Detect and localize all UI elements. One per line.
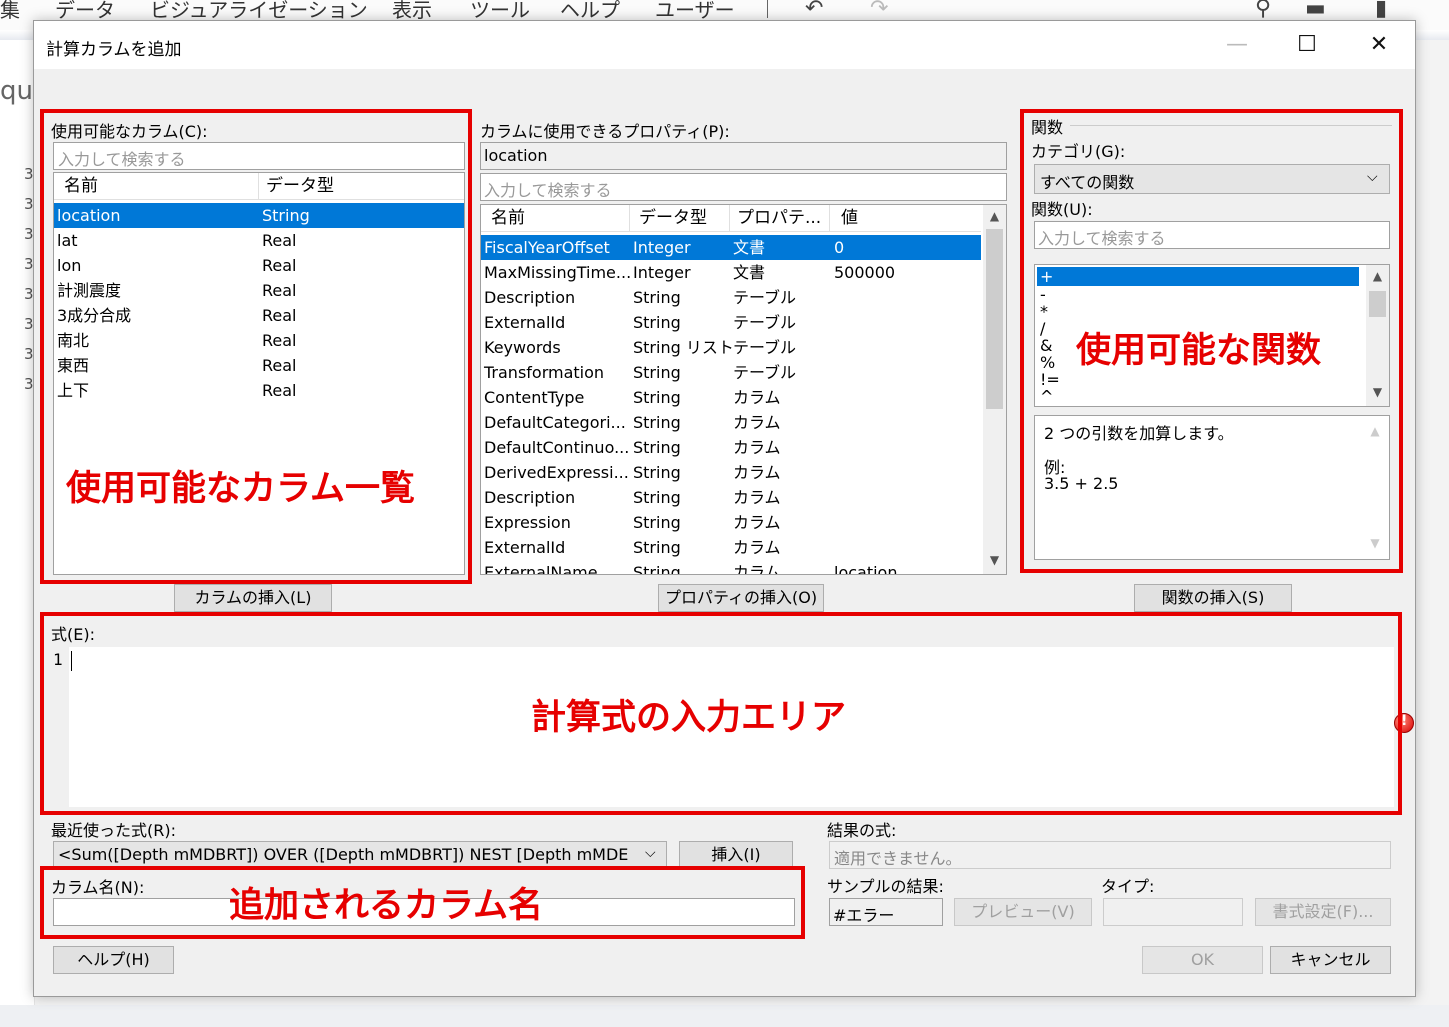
- menu-item-edit[interactable]: 集: [0, 0, 20, 23]
- table-row[interactable]: FiscalYearOffset Integer 文書 0: [481, 235, 981, 260]
- insert-recent-button[interactable]: 挿入(I): [679, 841, 793, 869]
- table-row[interactable]: ExternalName String カラム location: [481, 560, 981, 574]
- redo-icon[interactable]: ↷: [870, 0, 888, 21]
- ok-button[interactable]: OK: [1142, 946, 1263, 974]
- table-row[interactable]: Description String カラム: [481, 485, 981, 510]
- prop-header-name[interactable]: 名前: [491, 205, 525, 231]
- properties-list-header: 名前 データ型 プロパテ... 値: [481, 205, 981, 232]
- table-row[interactable]: Transformation String テーブル: [481, 360, 981, 385]
- result-field: 適用できません。: [829, 841, 1391, 869]
- scroll-thumb[interactable]: [986, 229, 1003, 409]
- table-row[interactable]: Expression String カラム: [481, 510, 981, 535]
- scroll-up-icon[interactable]: ▲: [983, 209, 1006, 223]
- help-button[interactable]: ヘルプ(H): [53, 946, 174, 974]
- chevron-down-icon: ⌵: [645, 845, 656, 861]
- close-button[interactable]: ✕: [1356, 27, 1402, 63]
- properties-search-placeholder: 入力して検索する: [484, 181, 612, 200]
- table-row[interactable]: Description String テーブル: [481, 285, 981, 310]
- recent-value: <Sum([Depth mMDBRT]) OVER ([Depth mMDBRT…: [58, 845, 629, 864]
- type-field: [1103, 898, 1243, 926]
- table-row[interactable]: DefaultCategori... String カラム: [481, 410, 981, 435]
- table-row[interactable]: ContentType String カラム: [481, 385, 981, 410]
- header-divider: [829, 205, 830, 231]
- selected-column-field: location: [480, 142, 1007, 170]
- sample-result-label: サンプルの結果:: [827, 877, 944, 896]
- selected-column-value: location: [484, 146, 548, 165]
- bookmark-icon[interactable]: ▮: [1375, 0, 1387, 21]
- app-left-pane: qua 3 3 3 3 3 3 3 3: [0, 40, 49, 1027]
- table-row[interactable]: ExternalId String カラム: [481, 535, 981, 560]
- insert-property-button[interactable]: プロパティの挿入(O): [658, 584, 824, 612]
- properties-label: カラムに使用できるプロパティ(P):: [480, 122, 730, 141]
- table-row[interactable]: ExternalId String テーブル: [481, 310, 981, 335]
- prop-header-value[interactable]: 値: [841, 205, 858, 231]
- undo-icon[interactable]: ↶: [805, 0, 823, 21]
- properties-scrollbar[interactable]: ▲ ▼: [983, 205, 1006, 574]
- annotation-box-columns: [40, 109, 472, 584]
- format-button[interactable]: 書式設定(F)...: [1255, 898, 1391, 926]
- comment-icon[interactable]: ▬: [1305, 0, 1326, 21]
- annotation-functions: 使用可能な関数: [1076, 331, 1322, 371]
- annotation-columns: 使用可能なカラム一覧: [66, 469, 415, 509]
- prop-header-type[interactable]: データ型: [639, 205, 707, 231]
- table-row[interactable]: DerivedExpressi... String カラム: [481, 460, 981, 485]
- header-divider: [729, 205, 730, 231]
- insert-column-button[interactable]: カラムの挿入(L): [174, 584, 332, 612]
- table-row[interactable]: DefaultContinuo... String カラム: [481, 435, 981, 460]
- annotation-column-name: 追加されるカラム名: [229, 886, 543, 926]
- cancel-button[interactable]: キャンセル: [1270, 946, 1391, 974]
- sample-result-field: #エラー: [829, 898, 943, 926]
- properties-search-input[interactable]: 入力して検索する: [480, 173, 1007, 201]
- properties-list[interactable]: 名前 データ型 プロパテ... 値 FiscalYearOffset Intege…: [480, 204, 1007, 575]
- result-value: 適用できません。: [834, 849, 962, 868]
- dialog-titlebar: 計算カラムを追加 — ☐ ✕: [34, 21, 1415, 69]
- minimize-button[interactable]: —: [1214, 27, 1260, 63]
- dialog-title: 計算カラムを追加: [46, 40, 182, 60]
- result-label: 結果の式:: [827, 821, 897, 840]
- prop-header-property[interactable]: プロパテ...: [737, 205, 821, 231]
- maximize-button[interactable]: ☐: [1284, 27, 1330, 63]
- table-row[interactable]: Keywords String リスト テーブル: [481, 335, 981, 360]
- annotation-expression: 計算式の入力エリア: [531, 698, 847, 738]
- menu-separator: [767, 0, 768, 18]
- app-statusbar: [0, 1005, 1449, 1027]
- sample-result-value: #エラー: [833, 906, 895, 925]
- type-label: タイプ:: [1101, 877, 1155, 896]
- recent-label: 最近使った式(R):: [51, 821, 176, 840]
- header-divider: [629, 205, 630, 231]
- preview-button[interactable]: プレビュー(V): [954, 898, 1092, 926]
- table-row[interactable]: MaxMissingTime... Integer 文書 500000: [481, 260, 981, 285]
- search-icon[interactable]: ⚲: [1255, 0, 1271, 21]
- insert-function-button[interactable]: 関数の挿入(S): [1134, 584, 1292, 612]
- scroll-down-icon[interactable]: ▼: [983, 553, 1006, 567]
- recent-select[interactable]: <Sum([Depth mMDBRT]) OVER ([Depth mMDBRT…: [53, 841, 667, 869]
